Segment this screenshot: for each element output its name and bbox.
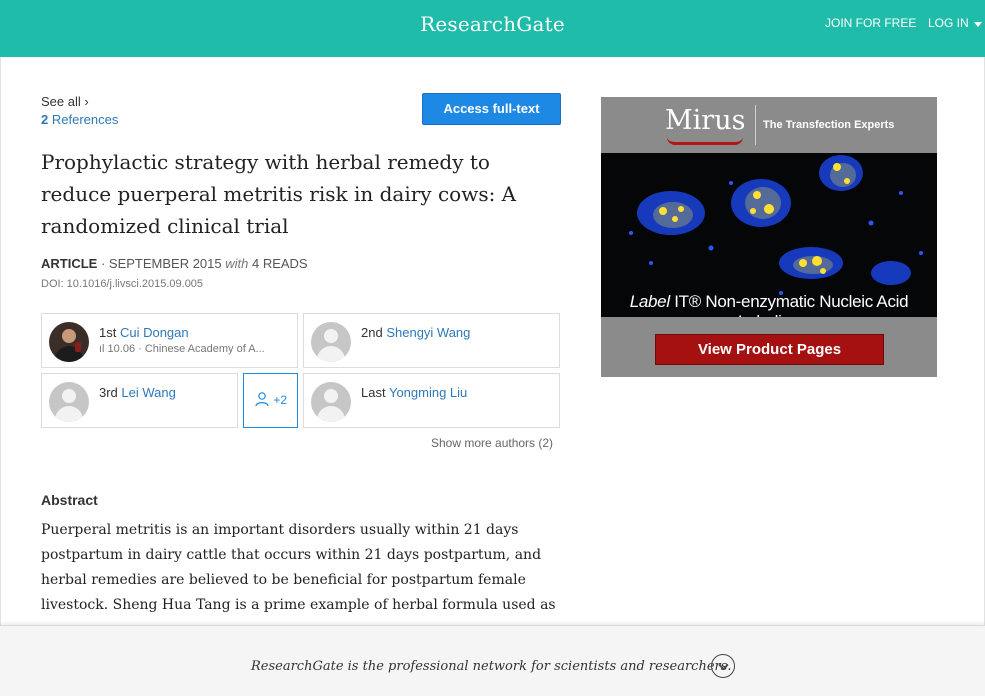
avatar[interactable] xyxy=(311,322,351,362)
author-name-link[interactable]: Shengyi Wang xyxy=(386,325,470,340)
article-with: with xyxy=(225,256,249,271)
author-card-2[interactable]: 2nd Shengyi Wang xyxy=(303,313,560,368)
more-authors-button[interactable]: +2 xyxy=(243,373,298,428)
author-card-3[interactable]: 3rd Lei Wang xyxy=(41,373,238,428)
view-product-pages-button[interactable]: View Product Pages xyxy=(655,334,884,365)
article-type: ARTICLE xyxy=(41,256,98,271)
ad-logo: Mirus xyxy=(665,105,746,136)
author-name-link[interactable]: Cui Dongan xyxy=(120,325,189,340)
see-all-link[interactable]: See all › xyxy=(41,94,89,109)
avatar[interactable] xyxy=(49,382,89,422)
abstract-heading: Abstract xyxy=(41,492,98,508)
author-name-link[interactable]: Lei Wang xyxy=(121,385,175,400)
chevron-down-icon[interactable] xyxy=(974,22,982,27)
avatar[interactable] xyxy=(49,322,89,362)
signup-footer-bar: ResearchGate is the professional network… xyxy=(0,625,985,696)
ad-logo-swoosh xyxy=(667,137,743,145)
author-affiliation: ıl 10.06 · Chinese Academy of A... xyxy=(99,343,265,355)
references-link[interactable]: 2 References xyxy=(41,112,118,127)
article-title: Prophylactic strategy with herbal remedy… xyxy=(41,150,517,238)
ad-tagline: The Transfection Experts xyxy=(763,119,895,131)
ad-caption-italic: Label xyxy=(629,292,670,311)
advertisement[interactable]: Mirus The Transfection Experts Label IT®… xyxy=(601,97,937,377)
article-meta: ARTICLE · SEPTEMBER 2015 with 4 READS xyxy=(41,256,308,271)
person-icon xyxy=(255,392,269,407)
author-card-last[interactable]: Last Yongming Liu xyxy=(303,373,560,428)
references-label: References xyxy=(51,112,119,127)
footer-text: ResearchGate is the professional network… xyxy=(251,659,732,674)
article-date: · SEPTEMBER 2015 xyxy=(97,256,226,271)
references-count: 2 xyxy=(41,112,49,127)
join-for-free-link[interactable]: JOIN FOR FREE xyxy=(825,16,916,30)
author-position: Last xyxy=(361,385,386,400)
author-name-link[interactable]: Yongming Liu xyxy=(389,385,467,400)
log-in-link[interactable]: LOG IN xyxy=(928,16,969,30)
author-position: 1st xyxy=(99,325,117,340)
ad-divider xyxy=(755,105,756,145)
author-card-1[interactable]: 1st Cui Dongan ıl 10.06 · Chinese Academ… xyxy=(41,313,298,368)
article-reads: 4 READS xyxy=(248,256,308,271)
chevron-down-icon[interactable] xyxy=(711,654,735,678)
show-more-authors-link[interactable]: Show more authors (2) xyxy=(431,436,553,450)
author-position: 3rd xyxy=(99,385,118,400)
access-full-text-button[interactable]: Access full-text xyxy=(422,93,561,125)
page-frame-left xyxy=(0,57,1,637)
author-position: 2nd xyxy=(361,325,383,340)
avatar[interactable] xyxy=(311,382,351,422)
more-authors-count: +2 xyxy=(273,393,288,407)
article-doi: DOI: 10.1016/j.livsci.2015.09.005 xyxy=(41,278,204,290)
top-header-bar: ResearchGate JOIN FOR FREE LOG IN xyxy=(0,0,985,57)
